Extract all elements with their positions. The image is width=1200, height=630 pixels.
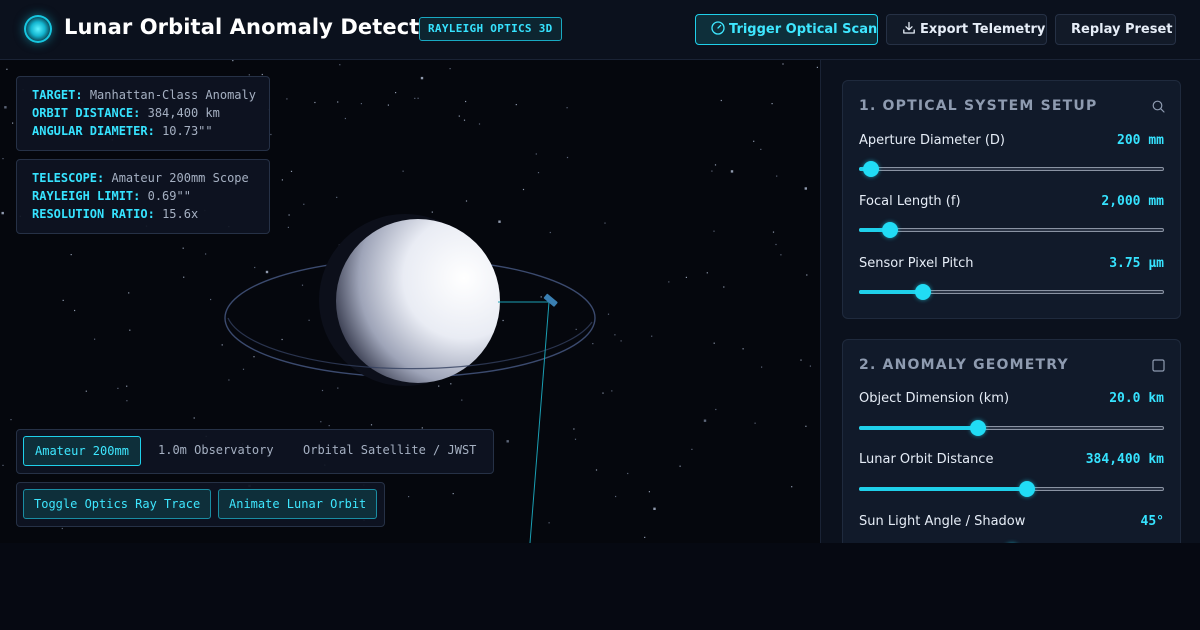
anomaly-object[interactable]	[543, 293, 558, 307]
orbital-3d-viewport[interactable]: TARGET: Manhattan-Class Anomaly ORBIT DI…	[0, 60, 820, 543]
slider-thumb[interactable]	[863, 161, 880, 177]
pixel-pitch-slider[interactable]	[859, 284, 1164, 300]
moon-sphere[interactable]	[336, 219, 500, 383]
sun-light-angle-value: 45°	[1140, 514, 1164, 529]
target-info-panel: TARGET: Manhattan-Class Anomaly ORBIT DI…	[16, 76, 270, 151]
rayleigh-limit-value: 0.69""	[147, 189, 191, 203]
search-icon	[1152, 100, 1165, 113]
anomaly-geometry-title: 2. ANOMALY GEOMETRY	[859, 357, 1069, 373]
aperture-value: 200 mm	[1117, 133, 1164, 148]
square-icon	[1152, 359, 1165, 372]
viewport-action-bar: Toggle Optics Ray Trace Animate Lunar Or…	[16, 482, 385, 527]
export-telemetry-label: Export Telemetry	[920, 22, 1046, 37]
app-header: Lunar Orbital Anomaly Detector RAYLEIGH …	[0, 0, 1200, 60]
focal-length-label: Focal Length (f)	[859, 194, 961, 209]
optical-system-setup-card: 1. OPTICAL SYSTEM SETUP Aperture Diamete…	[842, 80, 1181, 319]
slider-thumb[interactable]	[915, 284, 932, 300]
orbit-distance-value: 384,400 km	[147, 106, 220, 120]
angular-diameter-value: 10.73""	[162, 124, 213, 138]
toggle-ray-trace-button[interactable]: Toggle Optics Ray Trace	[23, 489, 212, 519]
telescope-info-panel: TELESCOPE: Amateur 200mm Scope RAYLEIGH …	[16, 159, 270, 234]
animate-lunar-orbit-button[interactable]: Animate Lunar Orbit	[218, 489, 378, 519]
download-icon	[903, 21, 915, 34]
pixel-pitch-label: Sensor Pixel Pitch	[859, 256, 974, 271]
telescope-key: TELESCOPE:	[32, 171, 105, 185]
app-title: Lunar Orbital Anomaly Detector	[64, 15, 445, 39]
optical-setup-title: 1. OPTICAL SYSTEM SETUP	[859, 98, 1098, 114]
trigger-optical-scan-button[interactable]: Trigger Optical Scan	[695, 14, 878, 45]
pixel-pitch-value: 3.75 µm	[1109, 256, 1164, 271]
replay-preset-button[interactable]: Replay Preset	[1055, 14, 1176, 45]
slider-thumb[interactable]	[881, 222, 898, 238]
optics-mode-badge: RAYLEIGH OPTICS 3D	[419, 17, 562, 41]
resolution-ratio-value: 15.6x	[162, 207, 199, 221]
tab-amateur-200mm[interactable]: Amateur 200mm	[23, 436, 141, 466]
lunar-orbit-distance-value: 384,400 km	[1085, 452, 1164, 467]
target-value: Manhattan-Class Anomaly	[89, 88, 256, 102]
focal-length-value: 2,000 mm	[1101, 194, 1164, 209]
orbit-distance-key: ORBIT DISTANCE:	[32, 106, 141, 120]
rayleigh-limit-key: RAYLEIGH LIMIT:	[32, 189, 141, 203]
object-dimension-label: Object Dimension (km)	[859, 391, 1010, 406]
object-dimension-value: 20.0 km	[1109, 391, 1164, 406]
empty-bottom-area	[0, 543, 1200, 630]
lunar-orbit-distance-slider[interactable]	[859, 481, 1164, 497]
focal-length-slider[interactable]	[859, 222, 1164, 238]
target-key: TARGET:	[32, 88, 83, 102]
gauge-icon	[711, 21, 725, 35]
slider-thumb[interactable]	[969, 420, 986, 436]
telescope-value: Amateur 200mm Scope	[111, 171, 249, 185]
anomaly-geometry-card: 2. ANOMALY GEOMETRY Object Dimension (km…	[842, 339, 1181, 543]
sun-light-angle-label: Sun Light Angle / Shadow	[859, 514, 1026, 529]
trigger-optical-scan-label: Trigger Optical Scan	[729, 22, 878, 37]
export-telemetry-button[interactable]: Export Telemetry	[886, 14, 1047, 45]
resolution-ratio-key: RESOLUTION RATIO:	[32, 207, 155, 221]
tab-1m-observatory[interactable]: 1.0m Observatory	[147, 436, 285, 466]
optics-ray-down	[529, 301, 550, 543]
glowing-orb-logo-icon	[24, 15, 52, 43]
slider-thumb[interactable]	[1018, 481, 1035, 497]
angular-diameter-key: ANGULAR DIAMETER:	[32, 124, 155, 138]
control-panel[interactable]: 1. OPTICAL SYSTEM SETUP Aperture Diamete…	[820, 60, 1200, 543]
object-dimension-slider[interactable]	[859, 420, 1164, 436]
tab-orbital-satellite-jwst[interactable]: Orbital Satellite / JWST	[292, 436, 487, 466]
lunar-orbit-distance-label: Lunar Orbit Distance	[859, 452, 994, 467]
aperture-label: Aperture Diameter (D)	[859, 133, 1005, 148]
aperture-slider[interactable]	[859, 161, 1164, 177]
telescope-preset-tabs: Amateur 200mm 1.0m Observatory Orbital S…	[16, 429, 494, 474]
